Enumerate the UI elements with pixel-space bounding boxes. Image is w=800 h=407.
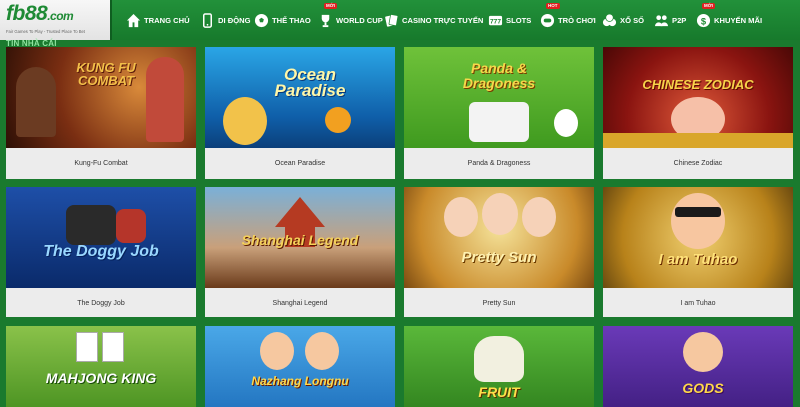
lottery-balls-icon: [602, 13, 617, 28]
game-art-title: Shanghai Legend: [241, 232, 359, 248]
soccer-ball-icon: [254, 13, 269, 28]
game-name: Shanghai Legend: [205, 288, 395, 317]
game-card[interactable]: CHINESE ZODIAC Chinese Zodiac: [603, 47, 793, 179]
new-badge: MỚI: [324, 3, 337, 9]
site-logo[interactable]: fb88.com Fair Games To Play - Trusted Pl…: [0, 0, 112, 40]
top-header: fb88.com Fair Games To Play - Trusted Pl…: [0, 0, 800, 40]
game-art-title: MAHJONG KING: [45, 370, 157, 386]
main-nav: TRANG CHỦ DI ĐỘNG THỂ THAO MỚI WORLD CUP: [126, 0, 766, 40]
nav-item-slots[interactable]: 777 SLOTS: [488, 0, 540, 40]
game-card[interactable]: Panda & Dragoness Panda & Dragoness: [404, 47, 594, 179]
hot-badge: HOT: [546, 3, 560, 9]
game-art-title: I am Tuhao: [658, 251, 738, 268]
game-art-title: Nazhang Longnu: [251, 374, 349, 388]
slot-777-icon: 777: [488, 13, 503, 28]
game-card[interactable]: Ocean Paradise Ocean Paradise: [205, 47, 395, 179]
nav-item-games[interactable]: HOT TRÒ CHƠI: [540, 0, 602, 40]
game-art-title: Panda & Dragoness: [462, 60, 536, 91]
game-name: I am Tuhao: [603, 288, 793, 317]
nav-item-lottery[interactable]: XỔ SỐ: [602, 0, 654, 40]
game-name: Ocean Paradise: [205, 148, 395, 179]
nav-label: WORLD CUP: [336, 15, 383, 25]
game-art-title: Ocean Paradise: [274, 65, 346, 100]
game-art-title: Pretty Sun: [461, 249, 537, 266]
world-cup-icon: [318, 13, 333, 28]
dollar-coin-icon: $: [696, 13, 711, 28]
nav-item-promotions[interactable]: MỚI $ KHUYẾN MÃI: [696, 0, 766, 40]
game-art-title: KUNG FU COMBAT: [76, 60, 136, 88]
nav-item-casino[interactable]: CASINO TRỰC TUYẾN: [384, 0, 488, 40]
nav-label: DI ĐỘNG: [218, 15, 251, 25]
game-thumbnail: CHINESE ZODIAC: [603, 47, 793, 148]
nav-label: TRÒ CHƠI: [558, 15, 596, 25]
nav-item-sports[interactable]: THỂ THAO: [254, 0, 318, 40]
game-card[interactable]: Nazhang Longnu: [205, 326, 395, 407]
game-art-title: CHINESE ZODIAC: [642, 77, 754, 92]
nav-label: SLOTS: [506, 15, 532, 25]
game-thumbnail: I am Tuhao: [603, 187, 793, 288]
nav-label: KHUYẾN MÃI: [714, 15, 763, 25]
home-icon: [126, 13, 141, 28]
nav-label: P2P: [672, 15, 687, 25]
game-card[interactable]: MAHJONG KING: [6, 326, 196, 407]
svg-text:777: 777: [490, 18, 501, 25]
game-card[interactable]: FRUIT: [404, 326, 594, 407]
nav-label: XỔ SỐ: [620, 15, 645, 25]
game-thumbnail: KUNG FU COMBAT: [6, 47, 196, 148]
game-thumbnail: FRUIT: [404, 326, 594, 407]
game-card[interactable]: Pretty Sun Pretty Sun: [404, 187, 594, 317]
nav-item-world-cup[interactable]: MỚI WORLD CUP: [318, 0, 384, 40]
game-thumbnail: The Doggy Job: [6, 187, 196, 288]
game-card[interactable]: The Doggy Job The Doggy Job: [6, 187, 196, 317]
game-thumbnail: Pretty Sun: [404, 187, 594, 288]
nav-label: CASINO TRỰC TUYẾN: [402, 15, 484, 25]
game-art-title: GODS: [682, 380, 724, 396]
game-card[interactable]: KUNG FU COMBAT Kung-Fu Combat: [6, 47, 196, 179]
nav-label: THỂ THAO: [272, 15, 311, 25]
game-art-title: FRUIT: [478, 384, 520, 400]
game-controller-icon: [540, 13, 555, 28]
nav-item-p2p[interactable]: P2P: [654, 0, 696, 40]
logo-wordmark: fb88.com: [6, 2, 74, 25]
game-name: Panda & Dragoness: [404, 148, 594, 179]
game-card[interactable]: Shanghai Legend Shanghai Legend: [205, 187, 395, 317]
new-badge: MỚI: [702, 3, 715, 9]
game-name: Kung-Fu Combat: [6, 148, 196, 179]
mobile-icon: [200, 12, 215, 28]
game-card[interactable]: I am Tuhao I am Tuhao: [603, 187, 793, 317]
game-card[interactable]: GODS: [603, 326, 793, 407]
game-thumbnail: Nazhang Longnu: [205, 326, 395, 407]
nav-item-home[interactable]: TRANG CHỦ: [126, 0, 200, 40]
game-thumbnail: GODS: [603, 326, 793, 407]
logo-tagline: Fair Games To Play - Trusted Place To Be…: [6, 29, 85, 34]
p2p-users-icon: [654, 13, 669, 28]
nav-label: TRANG CHỦ: [144, 15, 190, 25]
game-thumbnail: Panda & Dragoness: [404, 47, 594, 148]
game-thumbnail: Shanghai Legend: [205, 187, 395, 288]
game-name: Chinese Zodiac: [603, 148, 793, 179]
nav-item-mobile[interactable]: DI ĐỘNG: [200, 0, 254, 40]
game-thumbnail: Ocean Paradise: [205, 47, 395, 148]
game-art-title: The Doggy Job: [43, 243, 159, 260]
game-name: The Doggy Job: [6, 288, 196, 317]
game-thumbnail: MAHJONG KING: [6, 326, 196, 407]
cards-icon: [384, 13, 399, 28]
svg-text:$: $: [701, 16, 707, 26]
game-name: Pretty Sun: [404, 288, 594, 317]
